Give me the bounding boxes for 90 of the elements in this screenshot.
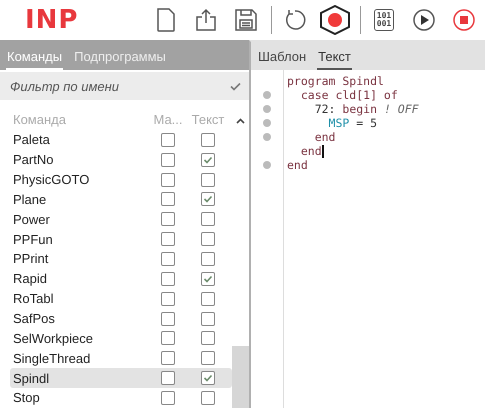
new-file-icon[interactable] xyxy=(156,8,176,32)
stop-icon[interactable] xyxy=(453,9,475,31)
command-row[interactable]: SafPos xyxy=(10,308,232,328)
checkbox[interactable] xyxy=(161,232,175,246)
check-icon xyxy=(203,373,213,384)
checkbox[interactable] xyxy=(201,132,215,147)
command-row[interactable]: Rapid xyxy=(10,268,232,289)
command-name: Power xyxy=(13,212,50,227)
code-line: end xyxy=(314,130,336,144)
upload-icon[interactable] xyxy=(194,8,218,32)
command-name: PPFun xyxy=(13,232,53,247)
command-name: SafPos xyxy=(13,311,55,326)
check-icon[interactable] xyxy=(230,82,241,90)
breakpoint-dot[interactable] xyxy=(263,105,271,113)
binary-button[interactable]: 101 001 xyxy=(374,9,394,31)
command-row[interactable]: SelWorkpiece xyxy=(10,328,232,348)
command-row[interactable]: Spindl xyxy=(10,368,232,388)
check-icon xyxy=(203,154,213,165)
command-row[interactable]: RoTabl xyxy=(10,288,232,309)
command-name: Spindl xyxy=(13,370,50,386)
checkbox[interactable] xyxy=(161,351,175,366)
checkbox[interactable] xyxy=(201,212,215,226)
checkbox[interactable] xyxy=(161,132,175,147)
command-row[interactable]: PPFun xyxy=(10,229,232,250)
checkbox[interactable] xyxy=(201,172,215,186)
command-name: SingleThread xyxy=(13,350,90,366)
command-row[interactable]: Stop xyxy=(10,388,232,408)
scroll-up-icon[interactable] xyxy=(236,118,245,124)
breakpoint-dot[interactable] xyxy=(263,133,271,141)
command-name: Paleta xyxy=(13,132,50,148)
code-line: 72: begin ! OFF xyxy=(314,102,419,116)
command-row[interactable]: Power xyxy=(10,209,232,230)
save-icon[interactable] xyxy=(234,8,258,32)
command-name: PartNo xyxy=(13,152,54,168)
checkbox[interactable] xyxy=(201,371,215,386)
command-name: PPrint xyxy=(13,251,48,266)
command-name: RoTabl xyxy=(13,291,54,306)
breakpoint-dot[interactable] xyxy=(263,119,271,127)
breakpoint-dot[interactable] xyxy=(263,91,271,99)
check-icon xyxy=(203,194,213,204)
checkbox[interactable] xyxy=(201,272,215,286)
checkbox[interactable] xyxy=(161,371,175,386)
command-name: Plane xyxy=(13,192,46,207)
checkbox[interactable] xyxy=(201,152,215,167)
checkbox[interactable] xyxy=(201,232,215,246)
command-row[interactable]: SingleThread xyxy=(10,348,232,368)
checkbox[interactable] xyxy=(161,172,175,186)
command-name: Rapid xyxy=(13,271,47,286)
command-row[interactable]: PhysicGOTO xyxy=(10,170,232,190)
checkbox[interactable] xyxy=(161,152,175,167)
checkbox[interactable] xyxy=(161,312,175,326)
filter-field[interactable]: Фильтр по имени xyxy=(0,72,249,100)
checkbox[interactable] xyxy=(201,292,215,306)
column-header: Ма... xyxy=(153,112,183,128)
code-line: end xyxy=(300,144,322,158)
checkbox[interactable] xyxy=(161,252,175,266)
checkbox[interactable] xyxy=(161,390,175,405)
checkbox[interactable] xyxy=(201,192,215,206)
undo-icon[interactable] xyxy=(283,8,307,32)
checkbox[interactable] xyxy=(161,192,175,206)
command-row[interactable]: Paleta xyxy=(10,130,232,150)
code-line: end xyxy=(286,158,308,172)
command-name: PhysicGOTO xyxy=(13,172,90,187)
checkbox[interactable] xyxy=(161,212,175,226)
record-icon[interactable] xyxy=(319,5,351,35)
checkbox[interactable] xyxy=(201,331,215,346)
filter-input[interactable]: Фильтр по имени xyxy=(10,78,210,94)
scrollbar-thumb[interactable] xyxy=(232,346,249,408)
checkbox[interactable] xyxy=(201,312,215,326)
checkbox[interactable] xyxy=(161,292,175,306)
checkbox[interactable] xyxy=(201,351,215,366)
checkbox[interactable] xyxy=(201,390,215,405)
check-icon xyxy=(203,274,213,284)
column-header: Текст xyxy=(192,112,224,128)
checkbox[interactable] xyxy=(161,331,175,346)
code-line: MSP = 5 xyxy=(328,116,378,130)
breakpoint-dot[interactable] xyxy=(263,161,271,169)
command-row[interactable]: PartNo xyxy=(10,150,232,170)
app-logo: INP xyxy=(25,5,80,35)
checkbox[interactable] xyxy=(161,272,175,286)
command-row[interactable]: PPrint xyxy=(10,249,232,269)
command-name: Stop xyxy=(13,390,40,406)
checkbox[interactable] xyxy=(201,252,215,266)
command-row[interactable]: Plane xyxy=(10,189,232,210)
column-header: Команда xyxy=(13,112,66,128)
code-line: program Spindl xyxy=(286,74,384,88)
code-line: case cld[1] of xyxy=(300,88,398,102)
tab[interactable]: Шаблон xyxy=(257,49,308,70)
play-icon[interactable] xyxy=(413,9,435,31)
command-name: SelWorkpiece xyxy=(13,330,93,346)
